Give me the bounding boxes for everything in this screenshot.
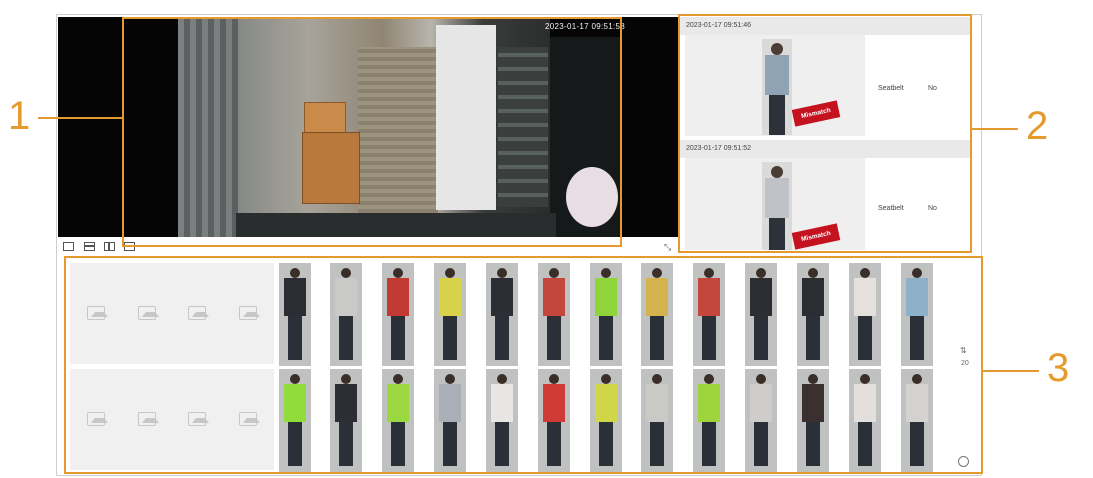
annotation-label-2: 2 [1026,104,1049,148]
layout-split-horizontal-icon[interactable] [84,242,95,251]
annotation-box-2 [678,14,972,253]
annotation-leader-3 [983,370,1039,372]
layout-split-vertical-icon[interactable] [104,242,115,251]
layout-single-icon[interactable] [63,242,74,251]
annotation-leader-1 [38,117,122,119]
annotation-leader-2 [972,128,1018,130]
resize-icon[interactable]: ⤡ [664,242,671,253]
annotation-label-1: 1 [8,94,31,138]
annotation-label-3: 3 [1047,346,1070,390]
annotation-box-3 [64,256,983,474]
annotation-box-1 [122,17,622,247]
